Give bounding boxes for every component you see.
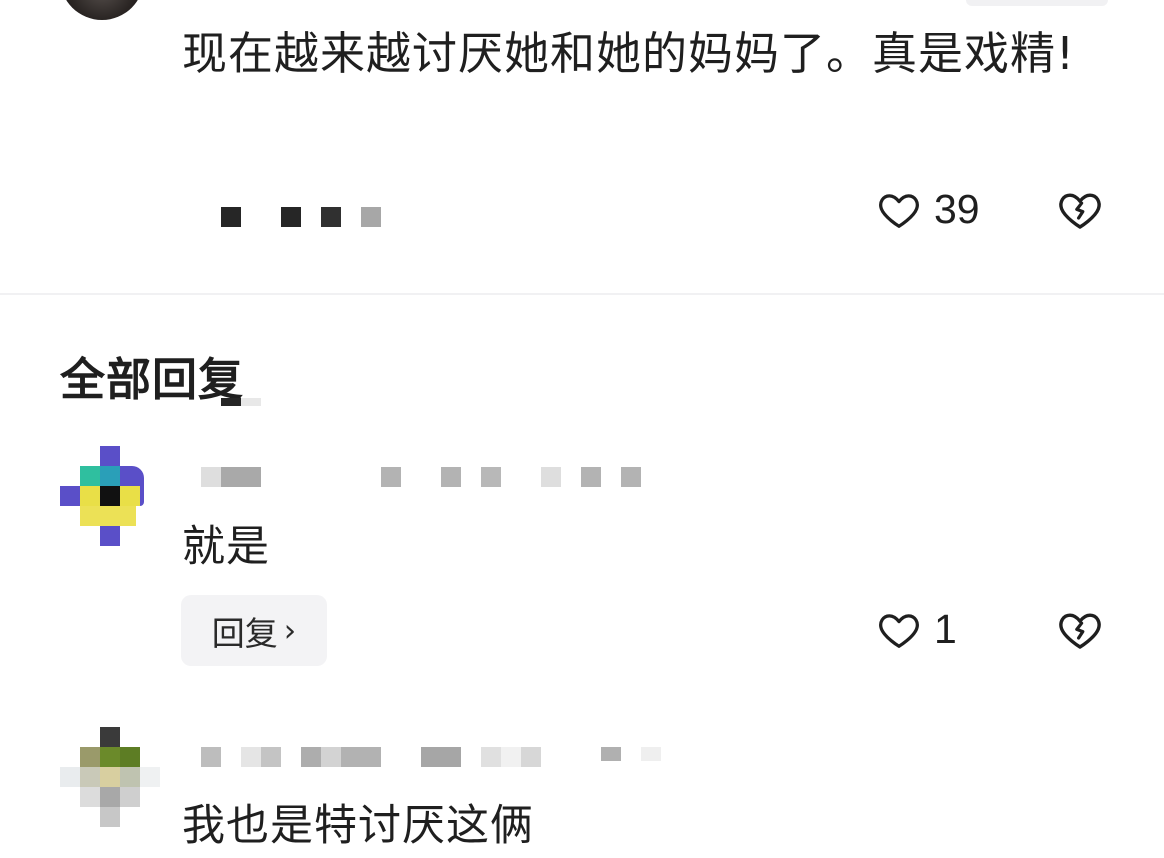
- title-underline-fade: [241, 398, 261, 406]
- reply-button[interactable]: 回复 ›: [181, 595, 327, 666]
- broken-heart-icon[interactable]: [1056, 606, 1104, 654]
- all-replies-title: 全部回复: [60, 353, 245, 406]
- like-count: 39: [934, 186, 980, 232]
- reply-text: 就是: [182, 522, 270, 572]
- reply-text: 我也是特讨厌这俩: [182, 801, 534, 851]
- chevron-right-icon: ›: [283, 612, 297, 649]
- reply-button-label: 回复: [211, 613, 278, 653]
- title-underline: [221, 398, 241, 406]
- broken-heart-icon[interactable]: [1056, 186, 1104, 234]
- heart-outline-icon[interactable]: [876, 607, 922, 653]
- follow-chip[interactable]: [966, 0, 1108, 6]
- section-divider: [0, 293, 1164, 295]
- heart-outline-icon[interactable]: [876, 187, 922, 233]
- reply-like-group[interactable]: 1: [876, 606, 957, 653]
- reply-avatar[interactable]: [60, 446, 144, 546]
- like-count: 1: [934, 606, 957, 652]
- commenter-avatar[interactable]: [60, 0, 144, 20]
- comment-text: 现在越来越讨厌她和她的妈妈了。真是戏精!: [182, 27, 1076, 80]
- comment-like-group[interactable]: 39: [876, 186, 980, 233]
- reply-avatar[interactable]: [60, 727, 160, 827]
